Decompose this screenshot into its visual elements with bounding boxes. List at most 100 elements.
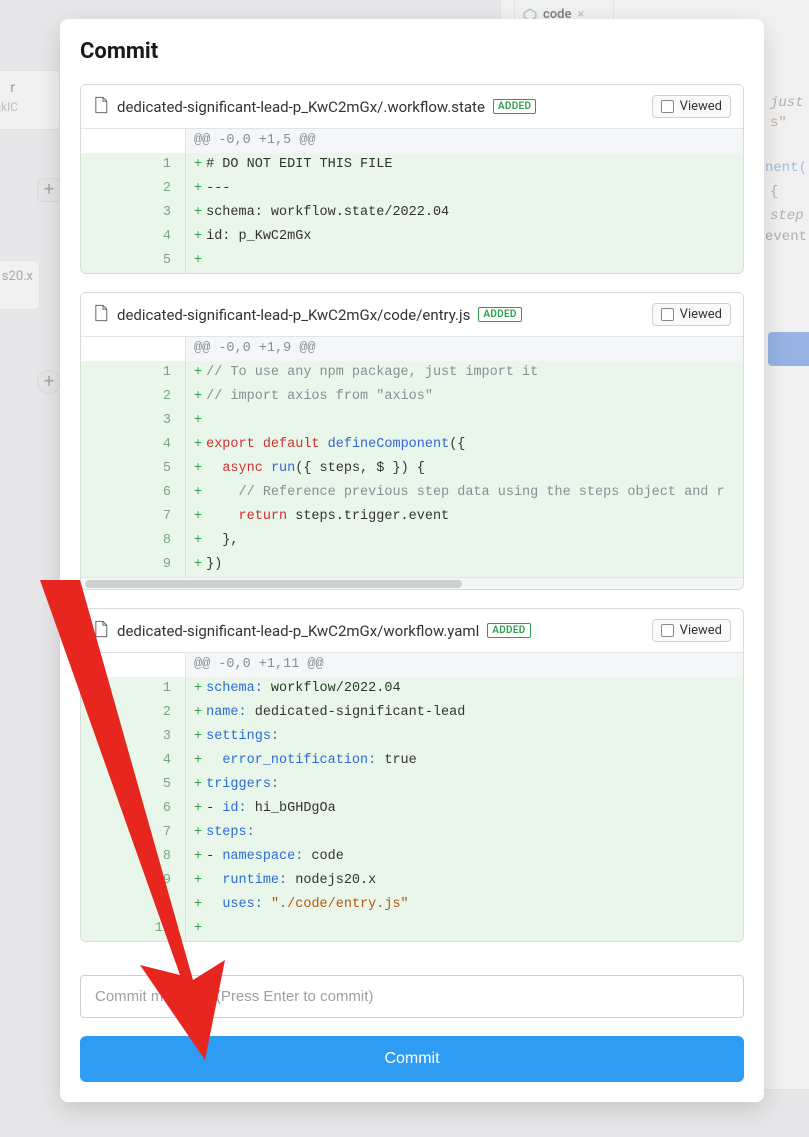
diff-line: 2+// import axios from "axios"	[81, 385, 743, 409]
line-number: 3	[81, 725, 186, 749]
diff-line: 4+ error_notification: true	[81, 749, 743, 773]
line-content: +---	[186, 177, 743, 201]
line-content: +settings:	[186, 725, 743, 749]
diff-file-header[interactable]: dedicated-significant-lead-p_KwC2mGx/.wo…	[81, 85, 743, 128]
diff-line: 5+triggers:	[81, 773, 743, 797]
line-number: 8	[81, 529, 186, 553]
line-number: 10	[81, 893, 186, 917]
file-icon	[93, 96, 109, 118]
line-content: +# DO NOT EDIT THIS FILE	[186, 153, 743, 177]
diff-line: 1+schema: workflow/2022.04	[81, 677, 743, 701]
line-content: + // Reference previous step data using …	[186, 481, 743, 505]
diff-content: @@ -0,0 +1,9 @@1+// To use any npm packa…	[81, 336, 743, 577]
file-path: dedicated-significant-lead-p_KwC2mGx/cod…	[117, 306, 470, 324]
status-badge: ADDED	[478, 307, 521, 322]
diff-line: 8+- namespace: code	[81, 845, 743, 869]
line-content: + runtime: nodejs20.x	[186, 869, 743, 893]
checkbox-icon[interactable]	[661, 100, 674, 113]
line-content: +name: dedicated-significant-lead	[186, 701, 743, 725]
line-number: 1	[81, 153, 186, 177]
line-number: 2	[81, 177, 186, 201]
line-content: +// import axios from "axios"	[186, 385, 743, 409]
viewed-label: Viewed	[680, 99, 722, 114]
diff-line: 9+})	[81, 553, 743, 577]
modal-title: Commit	[80, 39, 744, 64]
status-badge: ADDED	[487, 623, 530, 638]
diff-line: 1+# DO NOT EDIT THIS FILE	[81, 153, 743, 177]
line-content: +- namespace: code	[186, 845, 743, 869]
line-content: +steps:	[186, 821, 743, 845]
diff-hunk-header: @@ -0,0 +1,5 @@	[186, 129, 743, 153]
diff-line: 11+	[81, 917, 743, 941]
diff-line: 5+ async run({ steps, $ }) {	[81, 457, 743, 481]
checkbox-icon[interactable]	[661, 308, 674, 321]
line-number: 5	[81, 249, 186, 273]
line-number: 5	[81, 773, 186, 797]
line-number: 1	[81, 361, 186, 385]
line-content: +id: p_KwC2mGx	[186, 225, 743, 249]
diff-line: 1+// To use any npm package, just import…	[81, 361, 743, 385]
diff-file: dedicated-significant-lead-p_KwC2mGx/cod…	[80, 292, 744, 590]
line-number: 3	[81, 409, 186, 433]
diff-line: 7+ return steps.trigger.event	[81, 505, 743, 529]
line-content: + error_notification: true	[186, 749, 743, 773]
line-content: +schema: workflow/2022.04	[186, 677, 743, 701]
viewed-label: Viewed	[680, 307, 722, 322]
commit-button[interactable]: Commit	[80, 1036, 744, 1082]
viewed-toggle[interactable]: Viewed	[652, 303, 731, 326]
line-number: 9	[81, 869, 186, 893]
diff-line: 3+schema: workflow.state/2022.04	[81, 201, 743, 225]
diff-line: 10+ uses: "./code/entry.js"	[81, 893, 743, 917]
line-content: +triggers:	[186, 773, 743, 797]
diff-line: 8+ },	[81, 529, 743, 553]
line-number: 6	[81, 797, 186, 821]
diff-line: 4+id: p_KwC2mGx	[81, 225, 743, 249]
viewed-toggle[interactable]: Viewed	[652, 619, 731, 642]
line-number: 11	[81, 917, 186, 941]
line-content: +schema: workflow.state/2022.04	[186, 201, 743, 225]
line-number: 5	[81, 457, 186, 481]
status-badge: ADDED	[493, 99, 536, 114]
diff-files-list: dedicated-significant-lead-p_KwC2mGx/.wo…	[80, 84, 744, 965]
file-icon	[93, 304, 109, 326]
line-number: 4	[81, 225, 186, 249]
diff-line: 6+ // Reference previous step data using…	[81, 481, 743, 505]
line-content: +	[186, 409, 743, 433]
line-number: 8	[81, 845, 186, 869]
commit-message-input[interactable]	[80, 975, 744, 1018]
file-path: dedicated-significant-lead-p_KwC2mGx/wor…	[117, 622, 479, 640]
line-content: +	[186, 249, 743, 273]
diff-line: 3+	[81, 409, 743, 433]
line-number: 9	[81, 553, 186, 577]
viewed-toggle[interactable]: Viewed	[652, 95, 731, 118]
line-content: + return steps.trigger.event	[186, 505, 743, 529]
diff-file: dedicated-significant-lead-p_KwC2mGx/.wo…	[80, 84, 744, 274]
diff-hunk-header: @@ -0,0 +1,11 @@	[186, 653, 743, 677]
diff-file: dedicated-significant-lead-p_KwC2mGx/wor…	[80, 608, 744, 942]
line-content: + uses: "./code/entry.js"	[186, 893, 743, 917]
diff-line: 3+settings:	[81, 725, 743, 749]
line-content: +// To use any npm package, just import …	[186, 361, 743, 385]
diff-line: 2+---	[81, 177, 743, 201]
diff-line: 7+steps:	[81, 821, 743, 845]
line-content: + },	[186, 529, 743, 553]
line-number: 1	[81, 677, 186, 701]
horizontal-scrollbar[interactable]	[81, 577, 743, 589]
file-path: dedicated-significant-lead-p_KwC2mGx/.wo…	[117, 98, 485, 116]
line-number: 3	[81, 201, 186, 225]
line-number: 4	[81, 749, 186, 773]
commit-modal: Commit dedicated-significant-lead-p_KwC2…	[60, 19, 764, 1102]
diff-hunk-header: @@ -0,0 +1,9 @@	[186, 337, 743, 361]
line-number: 4	[81, 433, 186, 457]
line-content: +	[186, 917, 743, 941]
diff-content: @@ -0,0 +1,11 @@1+schema: workflow/2022.…	[81, 652, 743, 941]
line-content: +- id: hi_bGHDgOa	[186, 797, 743, 821]
diff-file-header[interactable]: dedicated-significant-lead-p_KwC2mGx/wor…	[81, 609, 743, 652]
diff-line: 6+- id: hi_bGHDgOa	[81, 797, 743, 821]
checkbox-icon[interactable]	[661, 624, 674, 637]
line-content: + async run({ steps, $ }) {	[186, 457, 743, 481]
line-number: 7	[81, 505, 186, 529]
diff-file-header[interactable]: dedicated-significant-lead-p_KwC2mGx/cod…	[81, 293, 743, 336]
line-number: 7	[81, 821, 186, 845]
line-number: 2	[81, 701, 186, 725]
